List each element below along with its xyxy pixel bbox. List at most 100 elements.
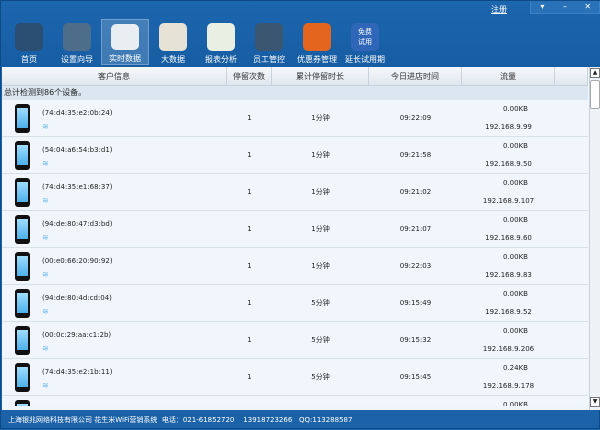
customer-info-cell: (74:d4:35:e1:68:37) ≋ [2,174,227,210]
traffic-cell: 0.00KB 192.168.9.206 [462,322,555,358]
employee-phone-icon [255,23,283,51]
table-row[interactable]: (94:de:80:4d:cd:04) ≋ 1 5分钟 09:15:49 0.00… [2,285,588,322]
traffic-value: 0.00KB [503,179,528,187]
duration-cell: 1分钟 [311,151,330,159]
phone-icon [15,326,30,355]
mac-address: (74:d4:35:e2:0b:24) [42,109,113,117]
phone-number: 电话：021-61852720 [161,416,235,424]
table-header: 客户信息 停留次数 累计停留时长 今日进店时间 流量 [2,67,588,86]
window-controls: ▾ – ✕ [530,1,600,14]
duration-cell: 1分钟 [311,225,330,233]
wifi-icon: ≋ [42,233,49,242]
visits-cell: 1 [247,114,252,122]
product-name: 花生米WiFi营销系统 [94,416,158,424]
toolbar-label: 报表分析 [205,55,237,64]
table-body: (74:d4:35:e2:0b:24) ≋ 1 1分钟 09:22:09 0.00… [2,100,588,406]
duration-cell: 5分钟 [311,336,330,344]
toolbar-button-2[interactable]: 实时数据 [101,19,149,65]
wifi-icon: ≋ [42,307,49,316]
traffic-cell: 0.24KB 192.168.9.178 [462,359,555,395]
table-row[interactable]: (74:d4:35:e2:0b:24) ≋ 1 1分钟 09:22:09 0.00… [2,100,588,137]
ip-address: 192.168.9.83 [485,271,532,279]
customer-info-cell: (54:04:a6:54:b3:d1) ≋ [2,137,227,173]
duration-cell: 1分钟 [311,114,330,122]
traffic-value: 0.00KB [503,105,528,113]
visits-cell: 1 [247,188,252,196]
qq-number: QQ:113288587 [298,416,353,424]
scroll-up-button[interactable]: ▲ [590,68,600,78]
toolbar: 首页 设置向导 实时数据 大数据 报表分析 员工管控 优惠券管理 免费试用 延长试用期 [5,19,389,65]
mac-address: (00:0c:29:aa:c1:2b) [42,331,112,339]
traffic-cell: 0.00KB 192.168.9.99 [462,100,555,136]
entry-time-cell [369,396,462,406]
menu-dropdown-icon[interactable]: ▾ [531,1,554,13]
traffic-cell: 0.00KB [462,396,555,407]
mac-address: (54:04:a6:54:b3:d1) [42,146,113,154]
toolbar-button-5[interactable]: 员工管控 [245,19,293,65]
mobile-number: 13918723266 [243,416,293,424]
column-header-duration[interactable]: 累计停留时长 [272,67,369,85]
column-header-blank [555,67,588,85]
column-header-traffic[interactable]: 流量 [462,67,555,85]
column-header-visits[interactable]: 停留次数 [227,67,272,85]
phone-icon [15,178,30,207]
wifi-icon: ≋ [42,159,49,168]
phone-icon [15,363,30,392]
visits-cell [227,396,272,406]
wifi-icon: ≋ [42,196,49,205]
visits-cell: 1 [247,151,252,159]
company-name: 上海银兆网络科技有限公司 [8,416,92,424]
toolbar-button-6[interactable]: 优惠券管理 [293,19,341,65]
duration-cell: 5分钟 [311,299,330,307]
visits-cell: 1 [247,262,252,270]
wifi-icon: ≋ [42,381,49,390]
customer-info-cell: (74:d4:35:e2:1b:11) ≋ [2,359,227,395]
toolbar-button-1[interactable]: 设置向导 [53,19,101,65]
ip-address: 192.168.9.178 [482,382,535,390]
vertical-scrollbar[interactable]: ▲ ▼ [589,67,600,410]
customer-info-cell: (00:0c:29:aa:c1:2b) ≋ [2,322,227,358]
toolbar-button-7[interactable]: 免费试用 延长试用期 [341,19,389,65]
entry-time-cell: 09:15:49 [399,299,432,307]
table-row[interactable]: (74:d4:35:e1:68:37) ≋ 1 1分钟 09:21:02 0.00… [2,174,588,211]
table-row[interactable]: (94:de:80:47:d3:bd) ≋ 1 1分钟 09:21:07 0.00… [2,211,588,248]
status-bar: 上海银兆网络科技有限公司 花生米WiFi营销系统 电话：021-61852720… [1,411,600,430]
mac-address: (74:d4:35:e2:1b:11) [42,368,113,376]
customer-info-cell: (74:d4:35:e2:0b:24) ≋ [2,100,227,136]
phone-icon [15,141,30,170]
register-link[interactable]: 注册 [491,4,507,15]
entry-time-cell: 09:21:02 [399,188,432,196]
toolbar-button-0[interactable]: 首页 [5,19,53,65]
setup-wizard-icon [63,23,91,51]
traffic-cell: 0.00KB 192.168.9.52 [462,285,555,321]
free-trial-icon: 免费试用 [351,23,379,51]
toolbar-button-4[interactable]: 报表分析 [197,19,245,65]
phone-icon [15,400,30,406]
toolbar-label: 首页 [21,55,37,64]
mac-address: (74:d4:35:e1:68:37) [42,183,113,191]
scroll-thumb[interactable] [590,80,600,109]
realtime-table-icon [111,24,139,50]
traffic-value: 0.00KB [503,253,528,261]
column-header-customer-info[interactable]: 客户信息 [2,67,227,85]
ip-address: 192.168.9.206 [482,345,535,353]
traffic-value: 0.00KB [503,216,528,224]
table-row[interactable]: (74:d4:35:e2:1b:11) ≋ 1 5分钟 09:15:45 0.24… [2,359,588,396]
icon-text: 免费试用 [358,28,372,46]
traffic-cell: 0.00KB 192.168.9.50 [462,137,555,173]
entry-time-cell: 09:22:03 [399,262,432,270]
table-row[interactable]: (00:0c:29:aa:c1:2b) ≋ 1 5分钟 09:15:32 0.00… [2,322,588,359]
table-row[interactable]: 0.00KB [2,396,588,406]
duration-cell [272,396,369,406]
traffic-cell: 0.00KB 192.168.9.107 [462,174,555,210]
close-button[interactable]: ✕ [576,1,599,13]
traffic-value: 0.00KB [503,290,528,298]
duration-cell: 1分钟 [311,262,330,270]
table-row[interactable]: (54:04:a6:54:b3:d1) ≋ 1 1分钟 09:21:58 0.00… [2,137,588,174]
scroll-down-button[interactable]: ▼ [590,397,600,407]
minimize-button[interactable]: – [554,1,577,13]
table-row[interactable]: (00:e0:66:20:90:92) ≋ 1 1分钟 09:22:03 0.00… [2,248,588,285]
toolbar-label: 延长试用期 [345,55,385,64]
column-header-entry-time[interactable]: 今日进店时间 [369,67,462,85]
toolbar-button-3[interactable]: 大数据 [149,19,197,65]
